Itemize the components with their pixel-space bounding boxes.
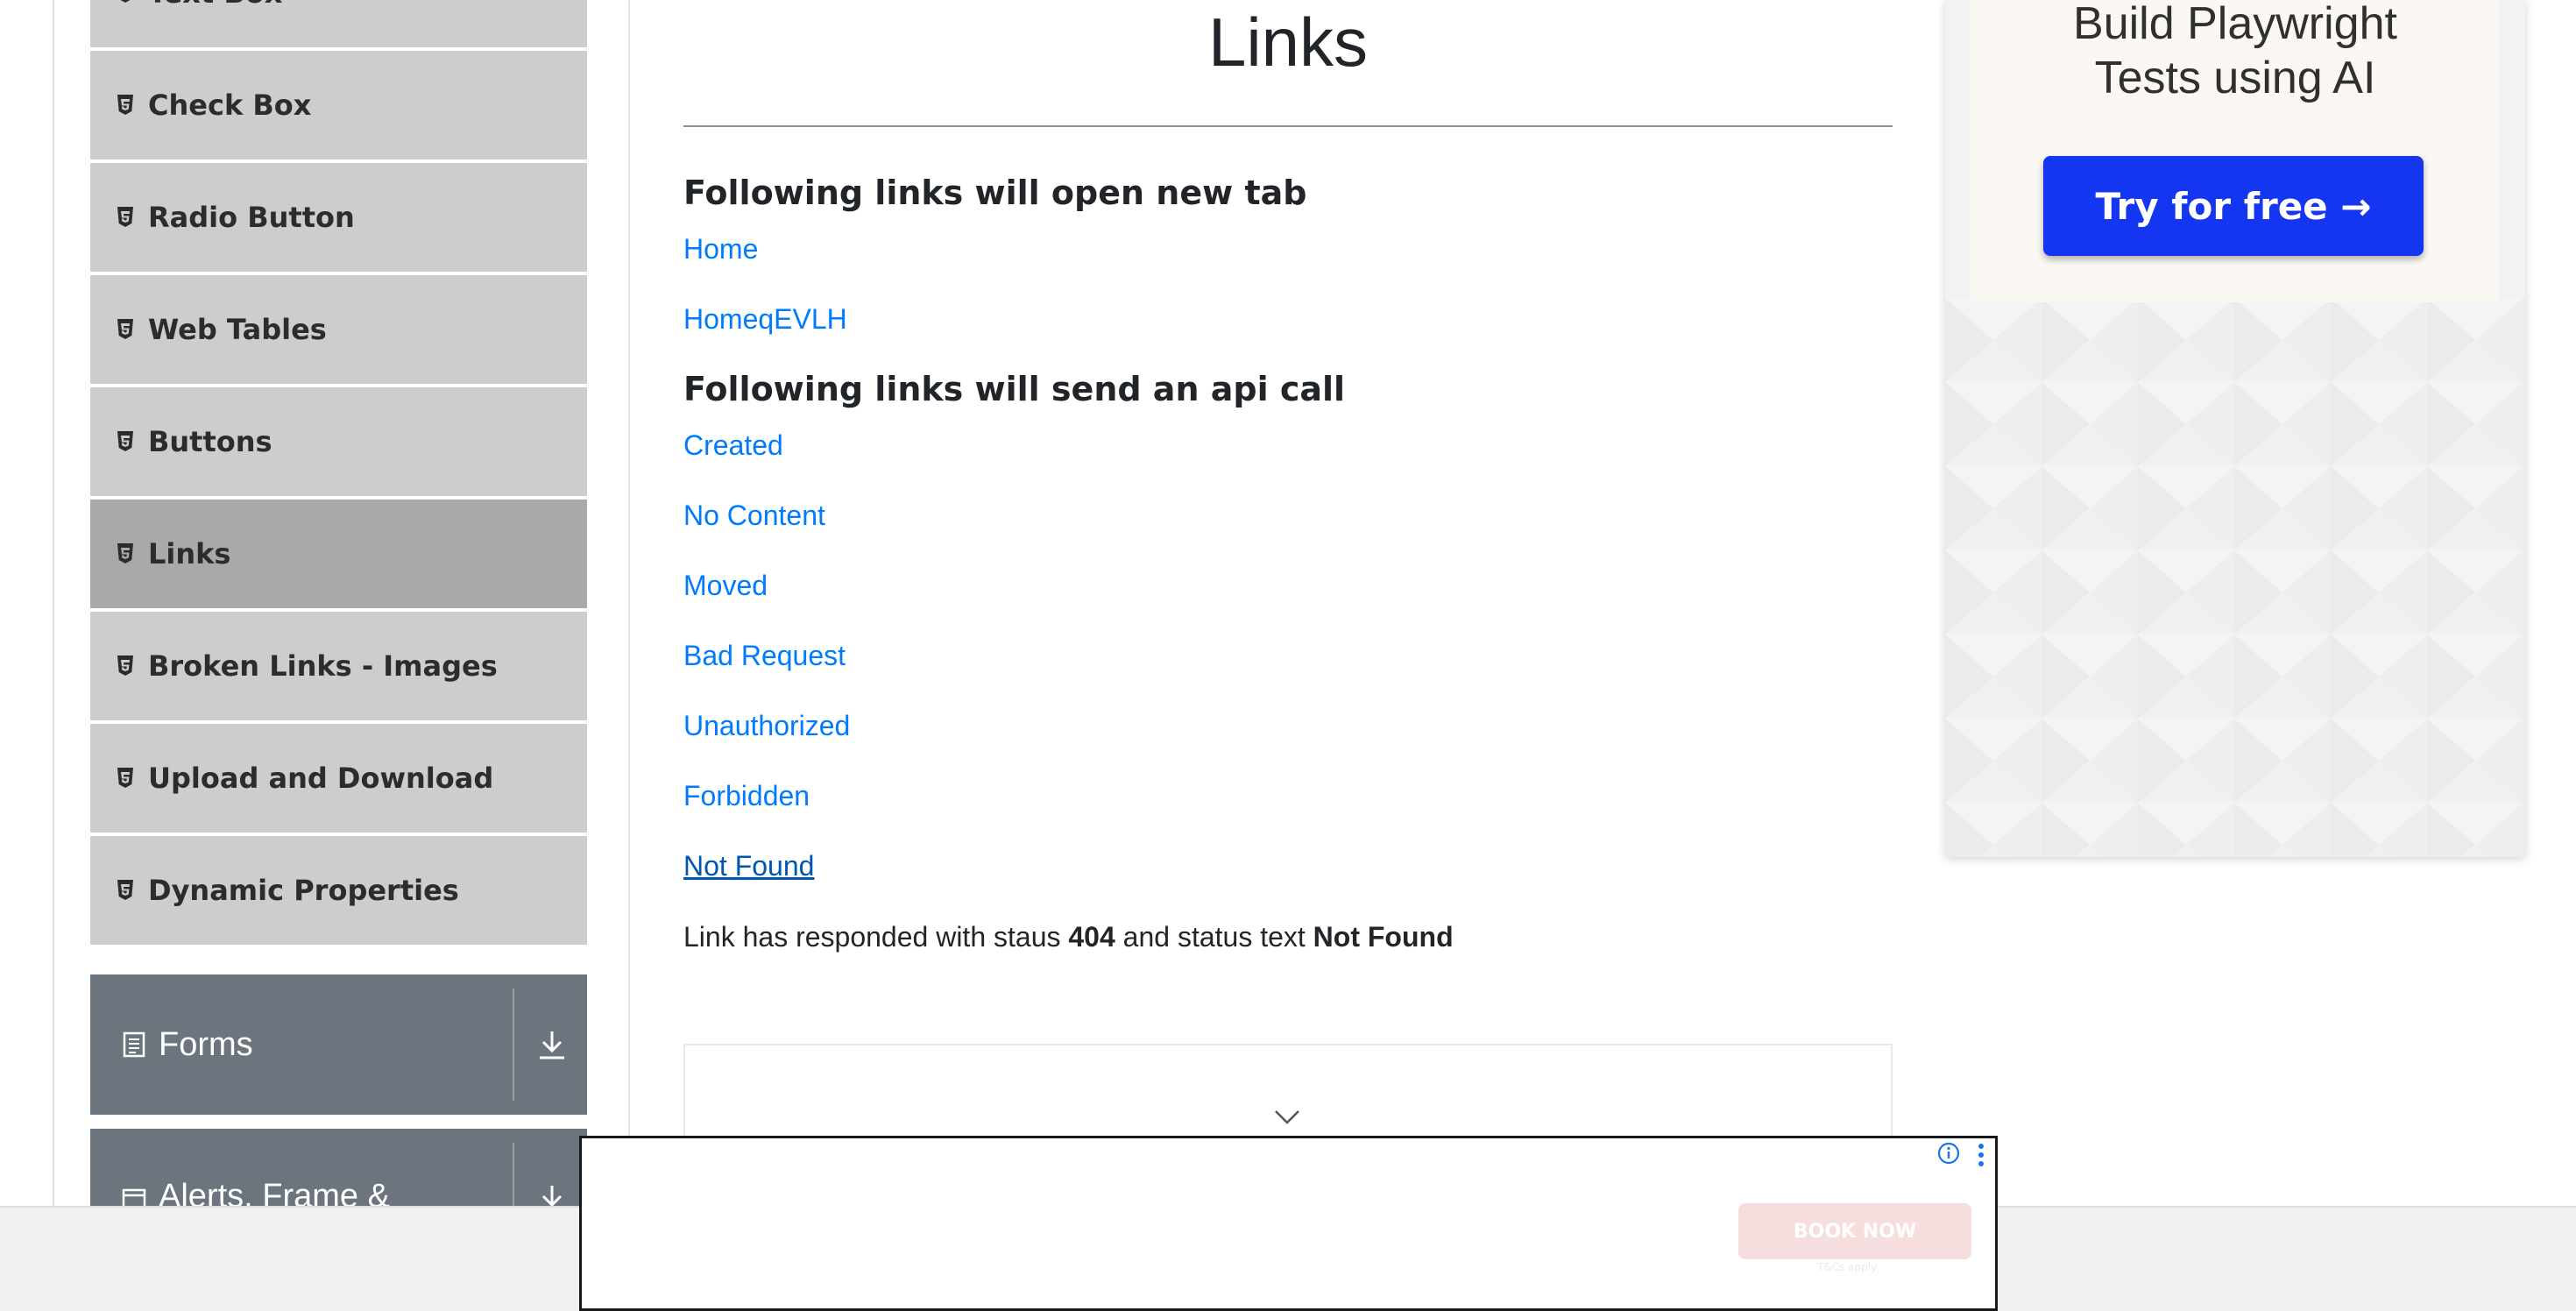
ad-info-icon[interactable] (1937, 1142, 1960, 1165)
response-status-text: Not Found (1313, 921, 1454, 953)
title-divider (683, 125, 1893, 127)
link-forbidden[interactable]: Forbidden (683, 778, 810, 813)
link-home[interactable]: Home (683, 231, 758, 266)
sidebar-item-upload-and-download[interactable]: Upload and Download (90, 724, 587, 833)
section-heading-api-call: Following links will send an api call (683, 370, 1346, 408)
sidebar-item-label: Upload and Download (148, 762, 494, 795)
download-icon[interactable] (537, 1029, 567, 1060)
html5-icon (117, 542, 134, 565)
html5-icon (117, 0, 134, 4)
link-unauthorized[interactable]: Unauthorized (683, 708, 850, 743)
page-title: Links (1207, 4, 1369, 81)
right-ad-banner[interactable]: Build Playwright Tests using AI Try for … (1945, 0, 2525, 857)
sidebar-item-label: Buttons (148, 425, 272, 458)
link-no-content[interactable]: No Content (683, 498, 825, 533)
link-not-found[interactable]: Not Found (683, 848, 814, 883)
sidebar-item-label: Dynamic Properties (148, 874, 459, 907)
link-response-message: Link has responded with staus 404 and st… (683, 919, 1454, 954)
sidebar-item-check-box[interactable]: Check Box (90, 51, 587, 159)
html5-icon (117, 206, 134, 229)
more-options-icon[interactable] (1976, 1142, 1986, 1168)
sidebar-item-label: Radio Button (148, 201, 355, 234)
sidebar-item-broken-links-images[interactable]: Broken Links - Images (90, 612, 587, 720)
ad-title-line1: Build Playwright (2073, 0, 2397, 49)
html5-icon (117, 879, 134, 902)
link-created[interactable]: Created (683, 428, 783, 463)
sidebar-item-label: Broken Links - Images (148, 649, 498, 683)
ad-title-line2: Tests using AI (2094, 53, 2376, 103)
try-for-free-button[interactable]: Try for free → (2043, 156, 2424, 256)
sidebar-item-links[interactable]: Links (90, 500, 587, 608)
link-home-dynamic[interactable]: HomeqEVLH (683, 301, 847, 337)
response-middle: and status text (1122, 921, 1306, 953)
section-heading-new-tab: Following links will open new tab (683, 174, 1307, 212)
sidebar-item-radio-button[interactable]: Radio Button (90, 163, 587, 272)
group-label: Forms (159, 1025, 253, 1063)
sidebar-item-buttons[interactable]: Buttons (90, 387, 587, 496)
response-status-code: 404 (1068, 921, 1115, 953)
sidebar-item-label: Text Box (148, 0, 282, 10)
html5-icon (117, 430, 134, 453)
sidebar-item-label: Links (148, 537, 231, 570)
ad-fine-print: T&Cs apply (1817, 1261, 1878, 1273)
bottom-ad-banner[interactable]: BOOK NOW T&Cs apply (579, 1136, 1998, 1311)
sidebar-item-dynamic-properties[interactable]: Dynamic Properties (90, 836, 587, 945)
html5-icon (117, 655, 134, 677)
sidebar-item-text-box[interactable]: Text Box (90, 0, 587, 47)
group-header-forms[interactable]: Forms (90, 974, 587, 1115)
link-moved[interactable]: Moved (683, 568, 768, 603)
form-icon (122, 1031, 146, 1058)
link-bad-request[interactable]: Bad Request (683, 638, 846, 673)
sidebar-item-label: Web Tables (148, 313, 327, 346)
ad-background-pattern (1945, 298, 2525, 857)
sidebar-item-label: Check Box (148, 89, 312, 122)
group-divider (513, 989, 514, 1101)
book-now-button[interactable]: BOOK NOW (1738, 1203, 1971, 1259)
sidebar-item-web-tables[interactable]: Web Tables (90, 275, 587, 384)
chevron-down-icon[interactable] (1272, 1108, 1302, 1127)
html5-icon (117, 94, 134, 117)
sidebar-right-border (628, 0, 630, 1206)
html5-icon (117, 767, 134, 790)
sidebar-left-border (53, 0, 54, 1206)
html5-icon (117, 318, 134, 341)
response-prefix: Link has responded with staus (683, 921, 1061, 953)
